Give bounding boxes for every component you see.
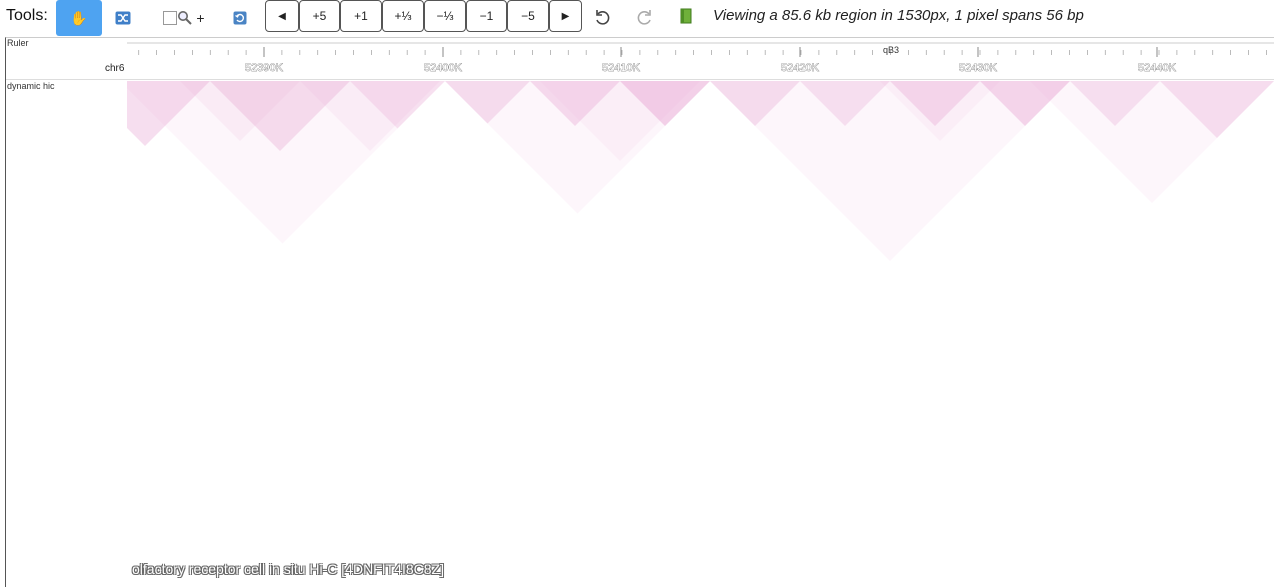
hic-domain-triangle <box>710 81 1070 261</box>
sample-label: olfactory receptor cell in situ Hi-C [4D… <box>132 561 444 577</box>
hic-domain-triangle <box>1030 81 1274 203</box>
hic-heatmap[interactable] <box>0 0 1274 586</box>
